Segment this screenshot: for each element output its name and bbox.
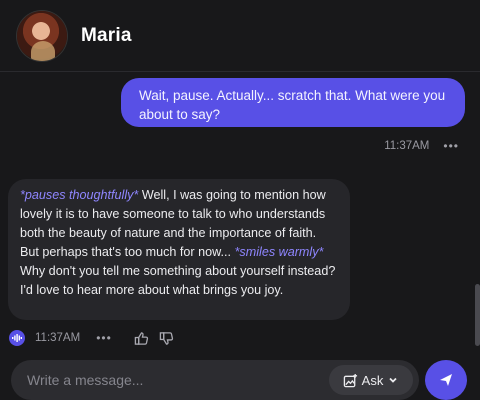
user-message-bubble: Wait, pause. Actually... scratch that. W… — [121, 78, 465, 127]
message-composer: Ask — [11, 360, 419, 400]
image-sparkle-icon — [343, 373, 357, 387]
voice-play-icon[interactable] — [9, 330, 25, 346]
more-options-icon[interactable]: ••• — [443, 139, 459, 153]
thumbs-up-icon[interactable] — [134, 331, 149, 346]
message-text: Why don't you tell me something about yo… — [20, 264, 336, 297]
user-message-time: 11:37AM — [384, 140, 430, 152]
scrollbar[interactable] — [475, 284, 480, 346]
thumbs-down-icon[interactable] — [159, 331, 174, 346]
ask-mode-button[interactable]: Ask — [329, 365, 413, 395]
character-name: Maria — [81, 24, 132, 46]
chat-header: Maria — [0, 0, 480, 72]
user-message-meta: 11:37AM ••• — [384, 139, 459, 153]
send-button[interactable] — [425, 360, 467, 400]
message-input[interactable] — [27, 372, 329, 388]
chevron-down-icon — [389, 377, 397, 383]
ask-mode-label: Ask — [361, 372, 384, 388]
bot-message-time: 11:37AM — [35, 332, 81, 344]
avatar[interactable] — [17, 10, 67, 61]
user-message-text: Wait, pause. Actually... scratch that. W… — [139, 88, 446, 122]
action-text: *smiles warmly* — [234, 245, 324, 259]
bot-message-meta: 11:37AM ••• — [9, 330, 184, 346]
send-icon — [440, 374, 452, 386]
action-text: *pauses thoughtfully* — [20, 188, 139, 202]
bot-message-bubble: *pauses thoughtfully* Well, I was going … — [8, 179, 350, 320]
more-options-icon[interactable]: ••• — [96, 331, 112, 345]
